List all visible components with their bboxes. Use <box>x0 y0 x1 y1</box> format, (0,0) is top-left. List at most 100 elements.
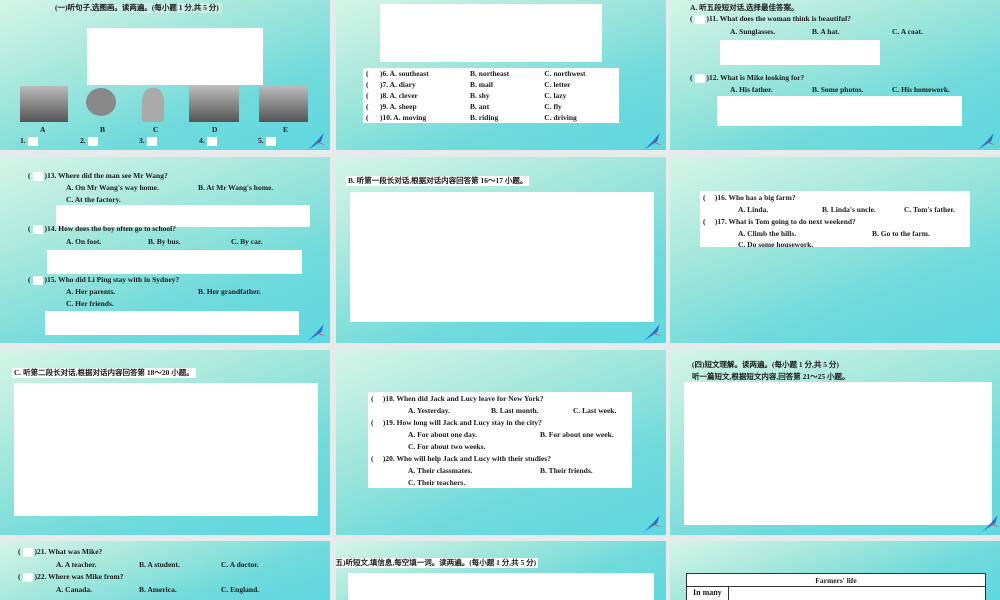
slide-9[interactable]: (四)短文理解。读两遍。(每小题 1 分,共 5 分) 听一篇短文,根据短文内容… <box>670 350 1000 535</box>
question-12: ()12. What is Mike looking for? <box>690 73 805 83</box>
option-b: B. By bus. <box>148 237 181 246</box>
option-b: B. Last month. <box>491 406 539 415</box>
parrot-icon <box>308 133 326 150</box>
slide-4[interactable]: ()13. Where did the man see Mr Wang? A. … <box>0 157 330 343</box>
option-b: B. At Mr Wang's home. <box>198 183 274 192</box>
big-ben-picture <box>20 86 68 122</box>
image-placeholder <box>47 250 302 274</box>
option-a: A. Their classmates. <box>408 466 473 475</box>
question-box: ( )16. Who has a big farm? A. Linda. B. … <box>700 191 970 249</box>
answer-blank-5[interactable]: 5. <box>258 136 278 146</box>
option-c: C. Her friends. <box>66 299 114 308</box>
table-row-label: In many <box>693 588 722 597</box>
option-b: B. A student. <box>139 560 180 569</box>
table-title: Farmers' life <box>815 576 857 585</box>
table-row: ()9. A. sheep B. ant C. fly <box>366 102 562 111</box>
question-21: ()21. What was Mike? <box>18 547 103 557</box>
question-22: ()22. Where was Mike from? <box>18 572 124 582</box>
section-heading: C. 听第二段长对话,根据对话内容回答第 18～20 小题。 <box>12 368 196 378</box>
parrot-icon <box>308 324 326 341</box>
picture-label: C <box>153 125 159 134</box>
question-box: ( )18. When did Jack and Lucy leave for … <box>368 392 632 488</box>
parrot-icon <box>644 515 662 532</box>
image-placeholder <box>87 28 263 85</box>
option-b: B. Some photos. <box>812 85 864 94</box>
option-a: A. On foot. <box>66 237 102 246</box>
slide-12[interactable]: Farmers' life In many <box>670 541 1000 600</box>
image-placeholder <box>717 96 962 126</box>
question-17: ( )17. What is Tom going to do next week… <box>703 217 856 226</box>
option-a: A. Yesterday. <box>408 406 451 415</box>
option-b: B. Go to the farm. <box>872 229 930 238</box>
parrot-icon <box>978 133 996 150</box>
image-placeholder <box>720 40 880 65</box>
parrot-icon <box>644 324 662 341</box>
option-b: B. A hat. <box>812 27 840 36</box>
option-a: A. Canada. <box>56 585 93 594</box>
slide-6[interactable]: ( )16. Who has a big farm? A. Linda. B. … <box>670 157 1000 343</box>
image-placeholder <box>350 192 654 322</box>
option-c: C. A doctor. <box>221 560 259 569</box>
option-c: C. For about two weeks. <box>408 442 486 451</box>
question-14: ()14. How does the boy often go to schoo… <box>28 224 176 234</box>
answer-blank-3[interactable]: 3. <box>139 136 159 146</box>
option-c: C. Do some housework. <box>738 240 814 249</box>
fly-picture <box>86 88 116 116</box>
option-a: A. Sunglasses. <box>730 27 776 36</box>
slide-5[interactable]: B. 听第一段长对话,根据对话内容回答第 16～17 小题。 <box>336 157 666 343</box>
question-19: ( )19. How long will Jack and Lucy stay … <box>371 418 542 427</box>
option-a: A. Linda. <box>738 205 769 214</box>
opera-house-picture <box>189 86 239 122</box>
option-c: C. England. <box>221 585 260 594</box>
option-a: A. His father. <box>730 85 773 94</box>
image-placeholder <box>45 311 299 335</box>
options-table: ()6. A. southeast B. northeast C. northwes… <box>363 68 619 123</box>
slide-1[interactable]: (一)听句子,选图画。读两遍。(每小题 1 分,共 5 分) A B C D E… <box>0 0 330 150</box>
picture-label: D <box>212 125 218 134</box>
option-b: B. For about one week. <box>540 430 614 439</box>
question-13: ()13. Where did the man see Mr Wang? <box>28 171 168 181</box>
question-15: ()15. Who did Li Ping stay with in Sydne… <box>28 275 180 285</box>
section-subheading: 听一篇短文,根据短文内容,回答第 21～25 小题。 <box>692 372 850 381</box>
section-heading: A. 听五段短对话,选择最佳答案。 <box>690 3 799 12</box>
option-a: A. On Mr Wang's way home. <box>66 183 159 192</box>
eiffel-tower-picture <box>259 86 308 122</box>
answer-blank-2[interactable]: 2. <box>80 136 100 146</box>
parrot-icon <box>982 515 1000 532</box>
option-a: A. A teacher. <box>56 560 97 569</box>
section-heading: (五)听短文,填信息,每空填一词。读两遍。(每小题 1 分,共 5 分) <box>336 558 539 568</box>
slide-7[interactable]: C. 听第二段长对话,根据对话内容回答第 18～20 小题。 <box>0 350 330 535</box>
image-placeholder <box>14 383 318 516</box>
slide-10[interactable]: ()21. What was Mike? A. A teacher. B. A … <box>0 541 330 600</box>
option-c: C. A coat. <box>892 27 923 36</box>
section-heading: (四)短文理解。读两遍。(每小题 1 分,共 5 分) <box>692 360 839 369</box>
kangaroo-picture <box>142 88 164 122</box>
option-a: A. Climb the hills. <box>738 229 797 238</box>
option-c: C. His homework. <box>892 85 950 94</box>
question-18: ( )18. When did Jack and Lucy leave for … <box>371 394 544 403</box>
question-16: ( )16. Who has a big farm? <box>703 193 796 202</box>
slide-2[interactable]: ()6. A. southeast B. northeast C. northwes… <box>336 0 666 150</box>
option-c: C. Their teachers. <box>408 478 466 487</box>
picture-label: B <box>100 125 106 134</box>
option-c: C. Tom's father. <box>904 205 955 214</box>
answer-blank-1[interactable]: 1. <box>20 136 40 146</box>
image-placeholder <box>684 382 992 525</box>
section-heading: B. 听第一段长对话,根据对话内容回答第 16～17 小题。 <box>346 176 530 186</box>
section-title: (一)听句子,选图画。读两遍。(每小题 1 分,共 5 分) <box>52 3 222 13</box>
table-row: ()7. A. diary B. mail C. letter <box>366 80 571 89</box>
picture-label: E <box>283 125 289 134</box>
option-c: C. By car. <box>231 237 263 246</box>
option-c: C. Last week. <box>573 406 617 415</box>
table-row: ()10. A. moving B. riding C. driving <box>366 113 577 122</box>
answer-blank-4[interactable]: 4. <box>199 136 219 146</box>
farmers-life-table: Farmers' life In many <box>686 573 986 600</box>
option-b: B. Linda's uncle. <box>822 205 876 214</box>
slide-11[interactable]: (五)听短文,填信息,每空填一词。读两遍。(每小题 1 分,共 5 分) <box>336 541 666 600</box>
option-a: A. Her parents. <box>66 287 116 296</box>
option-a: A. For about one day. <box>408 430 478 439</box>
option-b: B. Their friends. <box>540 466 593 475</box>
table-row: ()6. A. southeast B. northeast C. northwes… <box>366 69 586 78</box>
slide-3[interactable]: A. 听五段短对话,选择最佳答案。 ()11. What does the wo… <box>670 0 1000 150</box>
slide-8[interactable]: ( )18. When did Jack and Lucy leave for … <box>336 350 666 535</box>
